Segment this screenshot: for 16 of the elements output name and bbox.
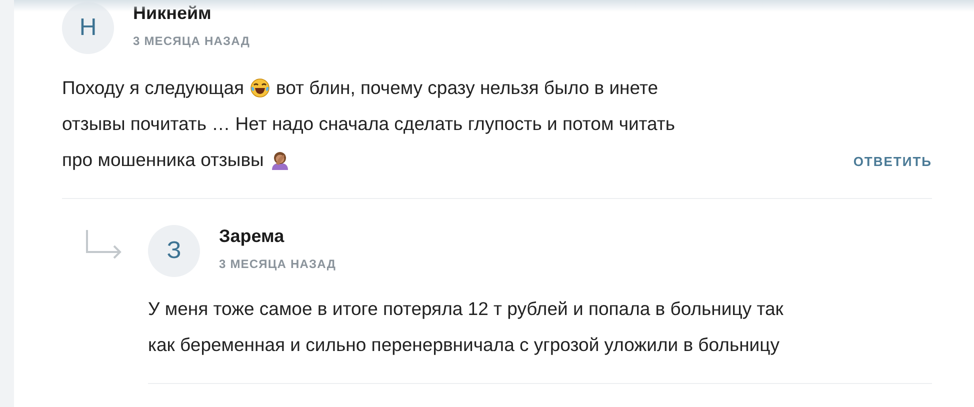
comment-text: У меня тоже самое в итоге потеряла 12 т рублей и попала в больницу так [148, 298, 784, 320]
comment-time: 3 МЕСЯЦА НАЗАД [219, 256, 336, 270]
comment-text: про мошенника отзывы [62, 149, 264, 171]
comment-text: как беременная и сильно перенервничала с угрозой уложили в больницу [148, 334, 780, 356]
facepalm-person-icon [270, 150, 290, 170]
reply-button[interactable]: ОТВЕТИТЬ [853, 154, 932, 169]
comment-text: Походу я следующая [62, 77, 244, 99]
comment-text: отзывы почитать … Нет надо сначала сделать глупость и потом читать [62, 113, 676, 135]
comment-time: 3 МЕСЯЦА НАЗАД [133, 34, 250, 48]
author-name: Зарема [219, 226, 286, 246]
laughing-face-icon [250, 78, 270, 98]
reply-arrow-icon [85, 229, 123, 259]
avatar: З [148, 225, 200, 277]
author-name: Никнейм [133, 2, 212, 24]
avatar: Н [62, 2, 114, 54]
comment-text: вот блин, почему сразу нельзя было в инете [276, 77, 658, 99]
